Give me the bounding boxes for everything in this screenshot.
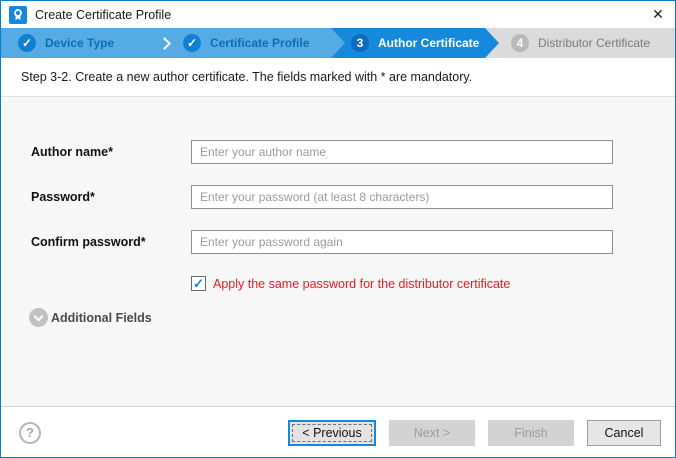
wizard-step-label: Certificate Profile [210, 36, 309, 50]
medal-glyph [11, 8, 25, 22]
previous-button[interactable]: < Previous [288, 420, 376, 446]
step-separator-chevron-icon [153, 28, 179, 58]
step-number-badge: 4 [511, 34, 529, 52]
password-row: Password* [31, 185, 675, 209]
close-icon[interactable]: ✕ [641, 1, 675, 28]
step-number-badge: 3 [351, 34, 369, 52]
finish-button[interactable]: Finish [488, 420, 574, 446]
author-name-row: Author name* [31, 97, 675, 164]
confirm-password-label: Confirm password* [31, 235, 191, 249]
wizard-step-label: Author Certificate [378, 36, 479, 50]
window-title: Create Certificate Profile [35, 8, 171, 22]
create-certificate-profile-dialog: Create Certificate Profile ✕ ✓ Device Ty… [0, 0, 676, 458]
same-password-label: Apply the same password for the distribu… [213, 277, 510, 291]
step-arrow-icon [485, 28, 499, 58]
wizard-steps: ✓ Device Type ✓ Certificate Profile 3 Au… [1, 28, 675, 58]
footer-bar: ? < Previous Next > Finish Cancel [1, 406, 675, 458]
password-input[interactable] [191, 185, 613, 209]
chevron-down-icon [29, 308, 48, 327]
step-arrow-icon [331, 28, 345, 58]
confirm-password-input[interactable] [191, 230, 613, 254]
password-label: Password* [31, 190, 191, 204]
step-description: Step 3-2. Create a new author certificat… [1, 58, 675, 97]
author-name-input[interactable] [191, 140, 613, 164]
check-icon: ✓ [193, 277, 204, 290]
next-button[interactable]: Next > [389, 420, 475, 446]
check-icon: ✓ [183, 34, 201, 52]
check-icon: ✓ [18, 34, 36, 52]
wizard-step-author-certificate[interactable]: 3 Author Certificate [345, 28, 485, 58]
button-group: < Previous Next > Finish Cancel [288, 420, 661, 446]
same-password-row: ✓ Apply the same password for the distri… [191, 276, 675, 291]
additional-fields-label: Additional Fields [51, 311, 152, 325]
additional-fields-toggle[interactable]: Additional Fields [29, 308, 675, 327]
author-certificate-form: Author name* Password* Confirm password*… [1, 97, 675, 406]
same-password-checkbox[interactable]: ✓ [191, 276, 206, 291]
title-bar: Create Certificate Profile ✕ [1, 1, 675, 28]
step-description-text: Step 3-2. Create a new author certificat… [21, 70, 472, 84]
wizard-step-device-type[interactable]: ✓ Device Type [1, 28, 153, 58]
wizard-step-certificate-profile[interactable]: ✓ Certificate Profile [179, 28, 331, 58]
author-name-label: Author name* [31, 145, 191, 159]
confirm-password-row: Confirm password* [31, 230, 675, 254]
help-icon[interactable]: ? [19, 422, 41, 444]
wizard-step-label: Device Type [45, 36, 114, 50]
wizard-step-distributor-certificate[interactable]: 4 Distributor Certificate [499, 28, 675, 58]
certificate-profile-icon [9, 6, 27, 24]
cancel-button[interactable]: Cancel [587, 420, 661, 446]
wizard-step-label: Distributor Certificate [538, 36, 650, 50]
